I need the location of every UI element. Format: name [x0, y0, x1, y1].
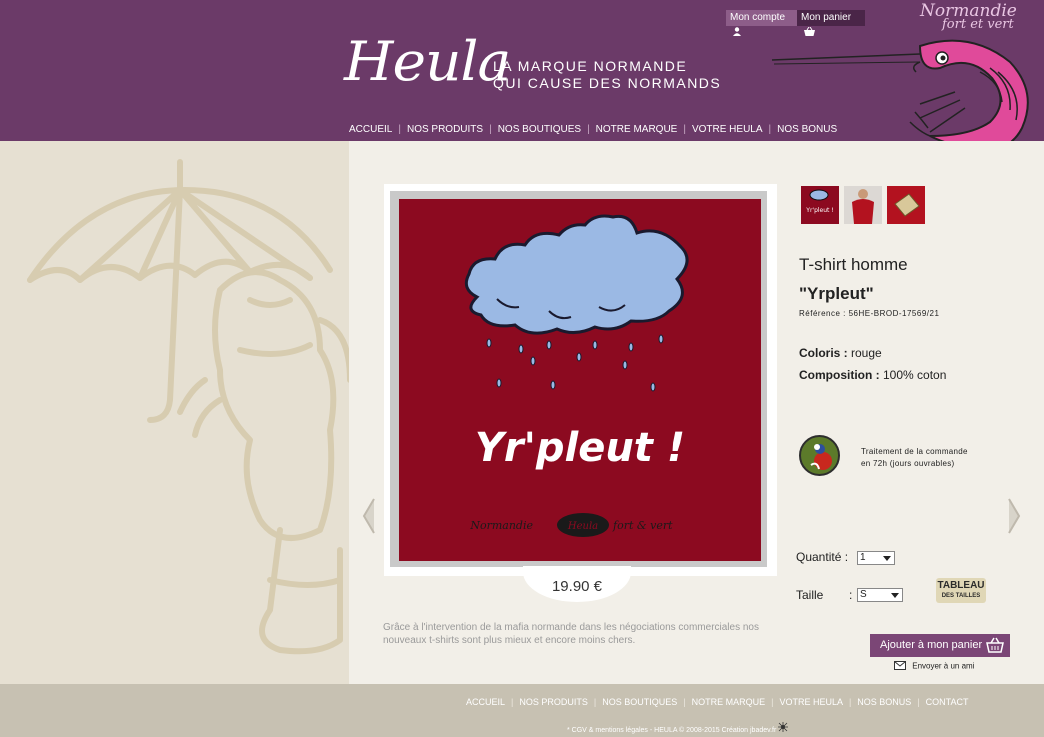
- spider-icon: [778, 722, 789, 734]
- footer-nav-nos-bonus[interactable]: NOS BONUS: [857, 697, 911, 707]
- composition-label: Composition :: [799, 368, 880, 382]
- chevron-down-icon: [883, 556, 891, 561]
- product-type: T-shirt homme: [799, 255, 908, 274]
- rooster-icon: [799, 435, 840, 476]
- shirt-footer-right: fort & vert: [612, 519, 673, 532]
- add-to-cart-button[interactable]: Ajouter à mon panier: [870, 634, 1010, 657]
- footer-nav-votre-heula[interactable]: VOTRE HEULA: [779, 697, 843, 707]
- basket-icon: [986, 637, 1004, 662]
- tagline-line-2: QUI CAUSE DES NORMANDS: [493, 75, 722, 91]
- product-name: "Yrpleut": [799, 284, 874, 303]
- size-colon: :: [849, 588, 853, 602]
- brand-tagline: LA MARQUE NORMANDE QUI CAUSE DES NORMAND…: [493, 58, 721, 92]
- footer-nav-accueil[interactable]: ACCUEIL: [466, 697, 505, 707]
- size-chart-label-2: DES TAILLES: [941, 593, 981, 599]
- nav-separator: |: [848, 697, 852, 707]
- quantity-select[interactable]: 1: [857, 551, 895, 565]
- footer-nav-contact[interactable]: CONTACT: [926, 697, 969, 707]
- processing-notice: Traitement de la commande en 72h (jours …: [861, 446, 1001, 470]
- fort-et-vert-text: fort et vert: [942, 17, 1014, 32]
- copyright-text: - HEULA © 2008-2015: [647, 727, 722, 734]
- processing-line-1: Traitement de la commande: [861, 447, 968, 456]
- size-label: Taille: [796, 588, 824, 602]
- site-header: Mon compte Mon panier Heula LA MARQUE NO…: [0, 0, 1044, 154]
- send-to-friend-label: Envoyer à un ami: [912, 661, 975, 671]
- color-label: Coloris :: [799, 346, 848, 360]
- tagline-line-1: LA MARQUE NORMANDE: [493, 58, 688, 74]
- umbrella-man-illustration-icon: [20, 150, 353, 675]
- add-to-cart-label: Ajouter à mon panier: [880, 639, 983, 651]
- size-chart-button[interactable]: TABLEAU DES TAILLES: [936, 578, 986, 603]
- nav-separator: |: [683, 697, 686, 707]
- color-value: rouge: [851, 346, 882, 360]
- nav-separator: |: [683, 124, 686, 135]
- nav-nos-produits[interactable]: NOS PRODUITS: [407, 124, 483, 135]
- nav-nos-boutiques[interactable]: NOS BOUTIQUES: [498, 124, 581, 135]
- credit-link[interactable]: Création jbadev.fr: [722, 727, 777, 734]
- size-select[interactable]: S: [857, 588, 903, 602]
- nav-separator: |: [771, 697, 774, 707]
- envelope-icon: [894, 661, 906, 672]
- composition-value: 100% coton: [883, 368, 947, 382]
- nav-separator: |: [593, 697, 597, 707]
- previous-image-arrow-icon[interactable]: [362, 497, 376, 540]
- product-color: Coloris : rouge: [799, 346, 882, 360]
- nav-votre-heula[interactable]: VOTRE HEULA: [692, 124, 763, 135]
- thumbnail-front[interactable]: Yr'pleut !: [801, 186, 839, 224]
- user-icon: [733, 26, 741, 42]
- nav-accueil[interactable]: ACCUEIL: [349, 124, 392, 135]
- my-account-link[interactable]: Mon compte: [726, 10, 797, 36]
- copyright-line: * CGV & mentions légales - HEULA © 2008-…: [567, 722, 789, 734]
- next-image-arrow-icon[interactable]: [1007, 497, 1021, 540]
- my-account-label: Mon compte: [730, 12, 786, 23]
- size-value: S: [860, 589, 867, 600]
- nav-separator: |: [587, 124, 590, 135]
- nav-separator: |: [511, 697, 514, 707]
- thumbnail-model[interactable]: [844, 186, 882, 224]
- nav-separator: |: [398, 124, 401, 135]
- footer-nav-nos-produits[interactable]: NOS PRODUITS: [519, 697, 588, 707]
- product-reference: Référence : 56HE-BROD-17569/21: [799, 309, 940, 318]
- footer-nav-nos-boutiques[interactable]: NOS BOUTIQUES: [602, 697, 677, 707]
- quantity-label: Quantité :: [796, 550, 849, 564]
- my-cart-link[interactable]: Mon panier: [797, 10, 865, 36]
- normandie-text: Normandie: [920, 1, 1017, 21]
- heula-logo[interactable]: Heula: [344, 30, 511, 93]
- chevron-down-icon: [891, 593, 899, 598]
- product-main-image[interactable]: Yr'pleut ! Normandie Heula fort & vert: [399, 199, 761, 561]
- nav-separator: |: [917, 697, 920, 707]
- normandie-fort-et-vert-logo: Normandie fort et vert: [920, 1, 1017, 32]
- shirt-footer-center: Heula: [567, 521, 598, 532]
- thumbnail-print-text: Yr'pleut !: [805, 207, 833, 214]
- footer-nav-notre-marque[interactable]: NOTRE MARQUE: [692, 697, 766, 707]
- processing-line-2: en 72h (jours ouvrables): [861, 459, 955, 468]
- size-chart-label-1: TABLEAU: [937, 580, 985, 591]
- footer-nav: ACCUEIL | NOS PRODUITS | NOS BOUTIQUES | NO…: [466, 697, 969, 707]
- main-nav: ACCUEIL | NOS PRODUITS | NOS BOUTIQUES | NO…: [349, 124, 837, 135]
- my-cart-label: Mon panier: [801, 12, 852, 23]
- shirt-print-text: Yr'pleut !: [475, 425, 685, 471]
- site-footer: [0, 684, 1044, 737]
- product-composition: Composition : 100% coton: [799, 368, 946, 382]
- quantity-value: 1: [860, 552, 866, 563]
- rain-cloud-icon: [464, 214, 689, 335]
- nav-notre-marque[interactable]: NOTRE MARQUE: [596, 124, 678, 135]
- nav-separator: |: [489, 124, 492, 135]
- product-description: Grâce à l'intervention de la mafia norma…: [383, 622, 759, 646]
- shirt-footer-left: Normandie: [469, 519, 533, 532]
- thumbnail-tag[interactable]: [887, 186, 925, 224]
- send-to-friend-link[interactable]: Envoyer à un ami: [894, 661, 975, 672]
- cgv-link[interactable]: * CGV & mentions légales: [567, 727, 648, 734]
